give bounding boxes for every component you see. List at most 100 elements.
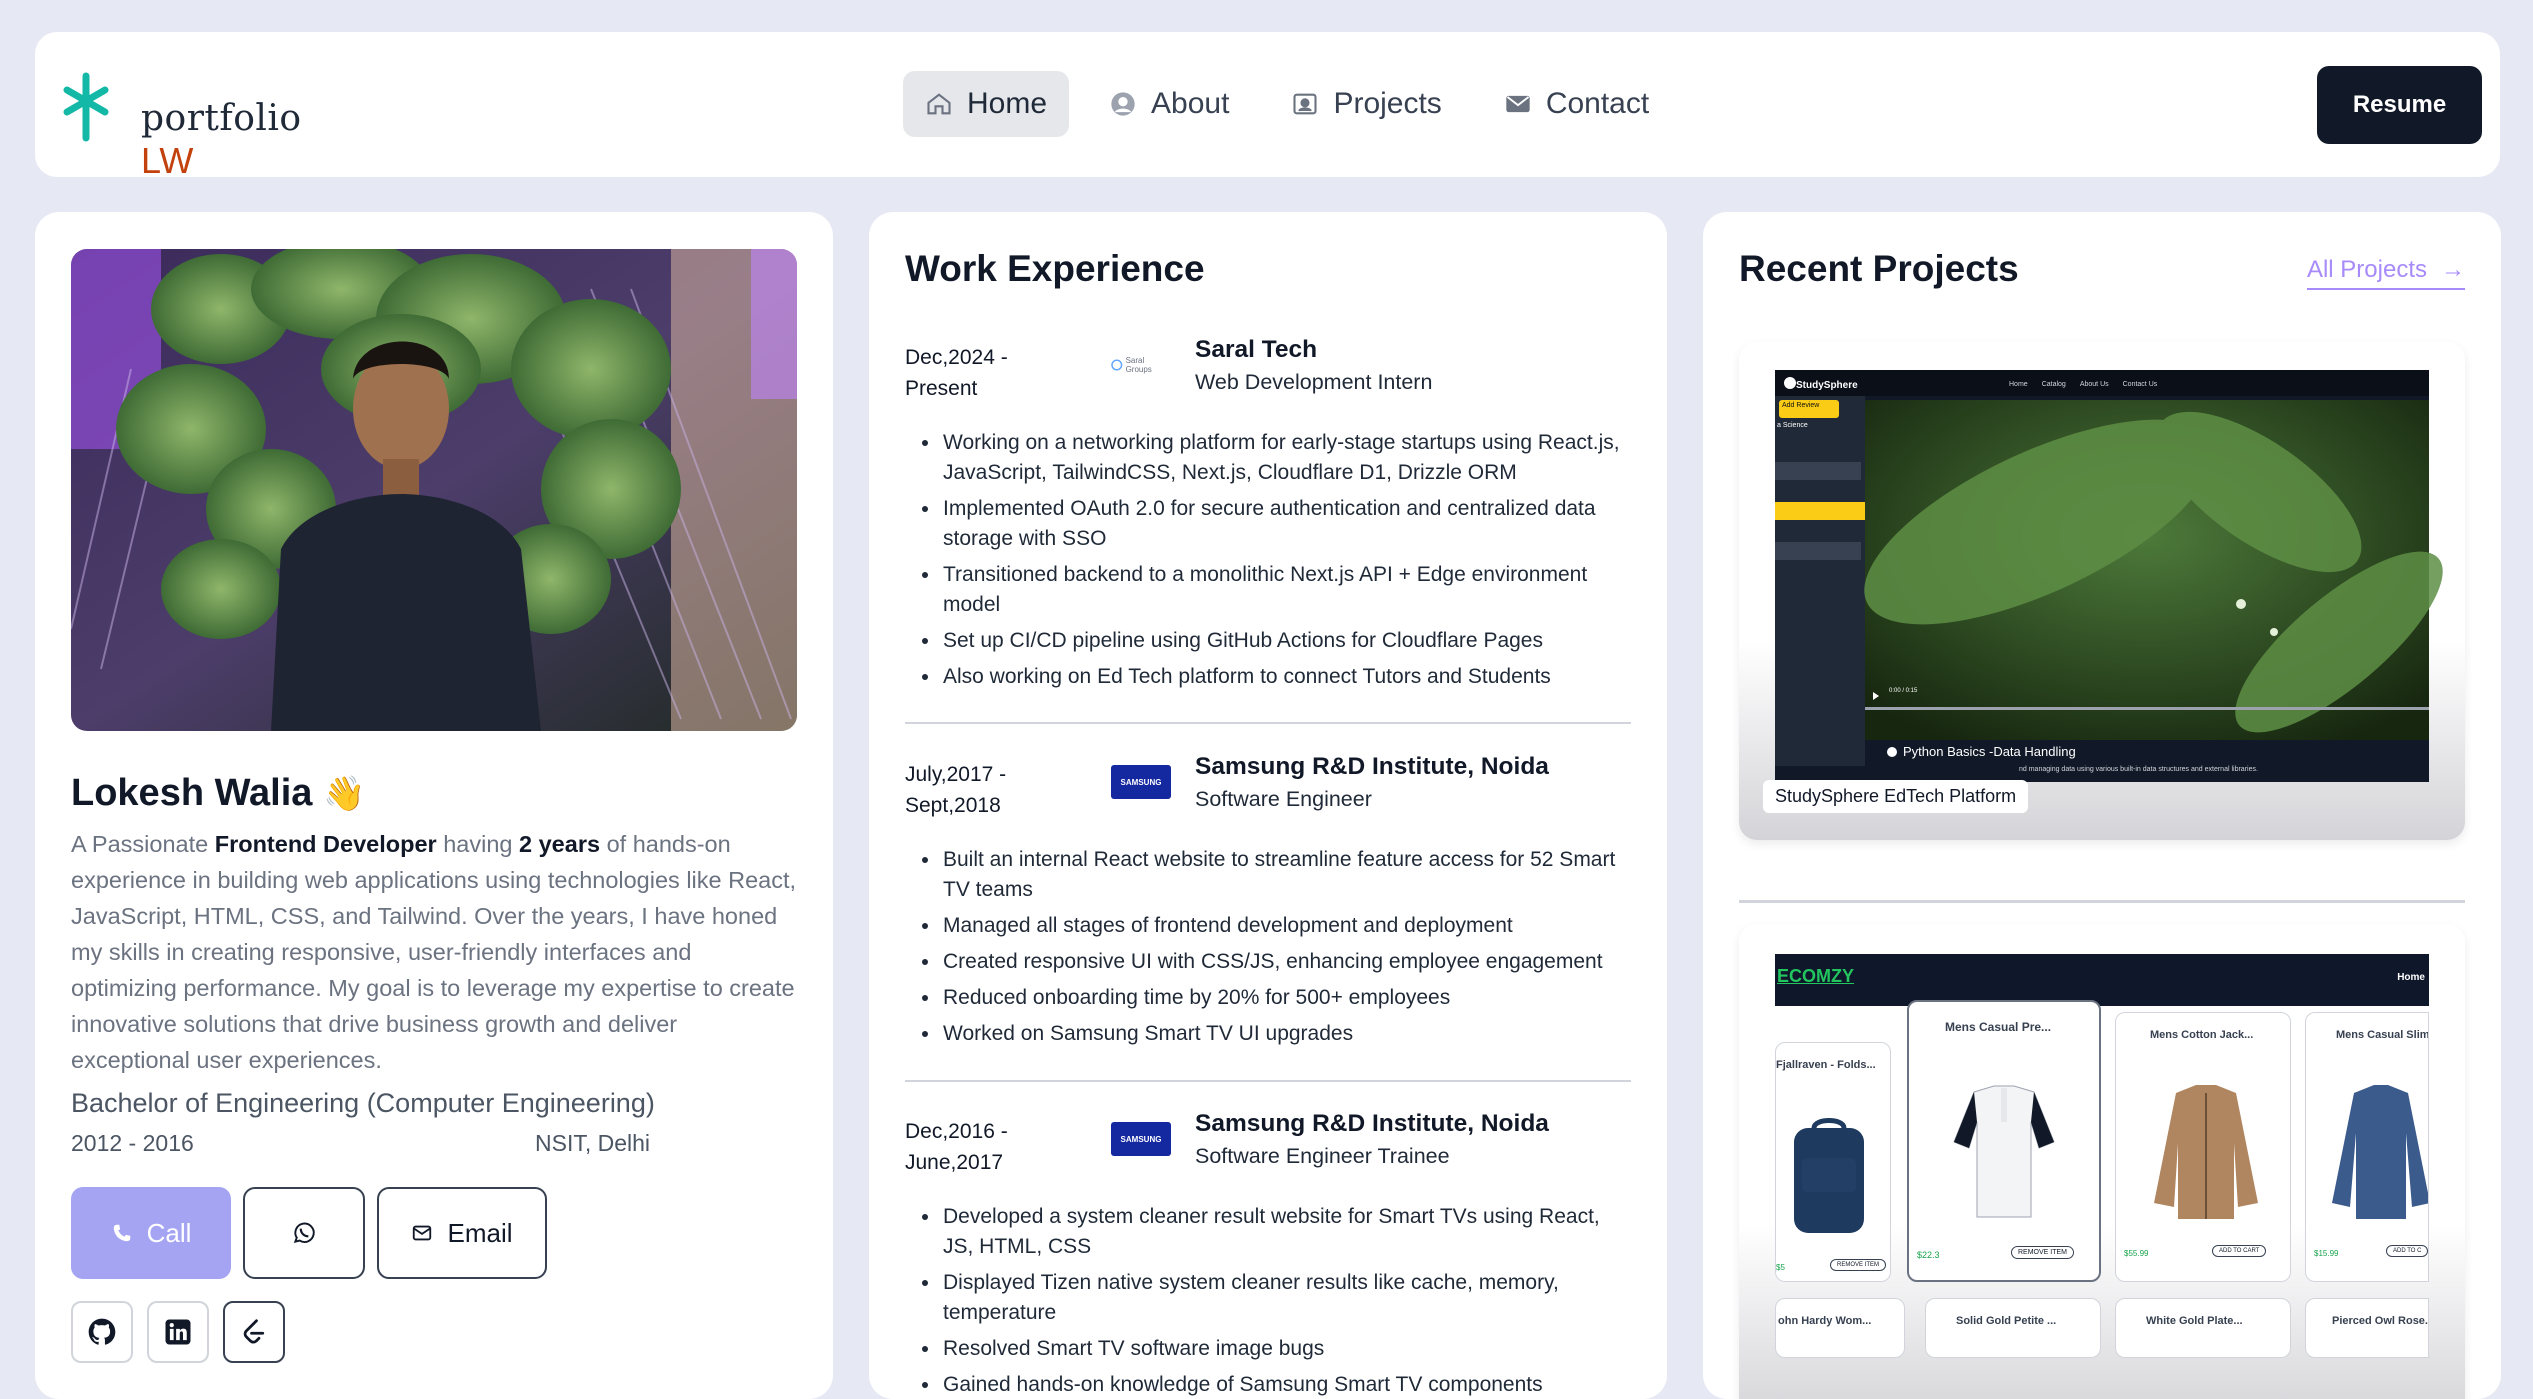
product-price: $15.99 bbox=[2314, 1249, 2339, 1258]
email-label: Email bbox=[447, 1217, 513, 1248]
nav-contact[interactable]: Contact bbox=[1482, 71, 1671, 137]
product-card: Mens Casual Pre... $22.3 REMOVE ITEM bbox=[1907, 1000, 2101, 1282]
job-bullet: Transitioned backend to a monolithic Nex… bbox=[941, 560, 1621, 620]
jacket-image bbox=[2154, 1085, 2258, 1219]
nav-about-label: About bbox=[1151, 87, 1230, 120]
work-experience-card: Work Experience Dec,2024 - Present Saral … bbox=[869, 212, 1667, 1399]
job-bullet: Gained hands-on knowledge of Samsung Sma… bbox=[941, 1370, 1621, 1399]
bio-mid: having bbox=[436, 831, 520, 857]
product-card: Pierced Owl Rose... bbox=[2305, 1298, 2429, 1358]
saral-logo-icon bbox=[1111, 359, 1123, 371]
whatsapp-icon bbox=[293, 1222, 315, 1244]
projects-divider bbox=[1739, 900, 2465, 903]
user-circle-icon bbox=[1111, 92, 1135, 116]
profile-card: Lokesh Walia 👋 A Passionate Frontend Dev… bbox=[35, 212, 833, 1399]
email-button[interactable]: Email bbox=[377, 1187, 547, 1279]
job-bullet: Implemented OAuth 2.0 for secure authent… bbox=[941, 494, 1621, 554]
job-bullet: Created responsive UI with CSS/JS, enhan… bbox=[941, 947, 1621, 977]
job-company: Saral Tech bbox=[1195, 336, 1318, 363]
job-bullet: Also working on Ed Tech platform to conn… bbox=[941, 662, 1621, 692]
product-card: Solid Gold Petite ... bbox=[1925, 1298, 2101, 1358]
github-link[interactable] bbox=[71, 1301, 133, 1363]
profile-photo bbox=[71, 249, 797, 731]
bio-post: of hands-on experience in building web a… bbox=[71, 831, 797, 1073]
nav-projects[interactable]: Projects bbox=[1269, 71, 1463, 137]
product-name: Pierced Owl Rose... bbox=[2332, 1315, 2429, 1327]
video-time: 0:00 / 0:15 bbox=[1889, 688, 1918, 694]
job-role: Web Development Intern bbox=[1195, 370, 1433, 394]
product-button: REMOVE ITEM bbox=[1830, 1259, 1887, 1271]
product-name: Mens Cotton Jack... bbox=[2150, 1029, 2254, 1041]
studysphere-menu-item: About Us bbox=[2079, 381, 2109, 388]
nav-contact-label: Contact bbox=[1545, 87, 1650, 120]
product-button: ADD TO CART bbox=[2212, 1245, 2267, 1257]
job-date: Dec,2016 - June,2017 bbox=[905, 1116, 1035, 1178]
all-projects-link[interactable]: All Projects → bbox=[2306, 256, 2465, 290]
studysphere-menu-item: Home bbox=[2009, 381, 2028, 388]
profile-bio: A Passionate Frontend Developer having 2… bbox=[71, 826, 801, 1078]
product-price: $22.3 bbox=[1917, 1250, 1940, 1260]
linkedin-icon bbox=[165, 1319, 191, 1345]
product-card: Fjallraven - Folds... $5 REMOVE ITEM bbox=[1775, 1042, 1891, 1282]
samsung-logo: SAMSUNG bbox=[1111, 1122, 1171, 1156]
leetcode-link[interactable] bbox=[223, 1301, 285, 1363]
nav-home[interactable]: Home bbox=[903, 71, 1070, 137]
product-card: White Gold Plate... bbox=[2115, 1298, 2291, 1358]
call-label: Call bbox=[146, 1217, 192, 1248]
nav-about[interactable]: About bbox=[1087, 71, 1251, 137]
whatsapp-button[interactable] bbox=[243, 1187, 365, 1279]
project-card-studysphere[interactable]: StudySphere Home Catalog About Us Contac… bbox=[1739, 342, 2465, 840]
bio-role: Frontend Developer bbox=[214, 831, 437, 857]
job-date: July,2017 - Sept,2018 bbox=[905, 759, 1035, 821]
henley-shirt-image bbox=[1953, 1085, 2055, 1218]
product-name: Solid Gold Petite ... bbox=[1956, 1315, 2057, 1327]
job-bullet: Built an internal React website to strea… bbox=[941, 845, 1621, 905]
job-bullet: Reduced onboarding time by 20% for 500+ … bbox=[941, 983, 1621, 1013]
job-bullet: Resolved Smart TV software image bugs bbox=[941, 1334, 1621, 1364]
product-button: REMOVE ITEM bbox=[2011, 1246, 2075, 1259]
projects-title: Recent Projects bbox=[1739, 248, 2019, 289]
job-bullet: Displayed Tizen native system cleaner re… bbox=[941, 1268, 1621, 1328]
call-button[interactable]: Call bbox=[71, 1187, 231, 1279]
project-caption: StudySphere EdTech Platform bbox=[1763, 780, 2029, 813]
video-title: Python Basics -Data Handling bbox=[1887, 744, 2076, 759]
bio-years: 2 years bbox=[519, 831, 601, 857]
social-links bbox=[71, 1301, 285, 1363]
job-bullets: Built an internal React website to strea… bbox=[941, 845, 1621, 1055]
github-icon bbox=[88, 1318, 116, 1345]
job-bullets: Working on a networking platform for ear… bbox=[941, 428, 1621, 698]
video-subtitle: nd managing data using various built-in … bbox=[2019, 766, 2258, 773]
job-date-end: Present bbox=[905, 377, 978, 400]
degree: Bachelor of Engineering (Computer Engine… bbox=[71, 1088, 655, 1118]
job-bullets: Developed a system cleaner result websit… bbox=[941, 1202, 1621, 1399]
studysphere-screenshot bbox=[1775, 370, 2443, 782]
linkedin-link[interactable] bbox=[147, 1301, 209, 1363]
project-card-ecomzy[interactable]: ECOMZY Home Fjallraven - Folds... $5 REM… bbox=[1739, 924, 2465, 1399]
nav-home-label: Home bbox=[967, 87, 1048, 120]
brand-logo[interactable]: portfolio LW bbox=[63, 66, 301, 181]
slim-shirt-image bbox=[2332, 1085, 2428, 1219]
resume-button[interactable]: Resume bbox=[2317, 66, 2482, 144]
product-button: ADD TO C bbox=[2386, 1245, 2428, 1257]
saral-logo: Saral Groups bbox=[1111, 348, 1171, 382]
job-date-start: Dec,2016 - bbox=[905, 1120, 1008, 1143]
job-divider bbox=[905, 1080, 1631, 1082]
leetcode-icon bbox=[243, 1319, 265, 1344]
product-name: ohn Hardy Wom... bbox=[1778, 1315, 1872, 1327]
samsung-logo: SAMSUNG bbox=[1111, 765, 1171, 799]
studysphere-brand: StudySphere bbox=[1796, 380, 1858, 391]
top-navbar: portfolio LW Home About Projects Contact… bbox=[35, 32, 2500, 181]
job-date: Dec,2024 - Present bbox=[905, 342, 1035, 404]
add-review-button: Add Review bbox=[1782, 402, 1820, 409]
nav-menu: Home About Projects Contact bbox=[903, 71, 1671, 137]
job-date-end: Sept,2018 bbox=[905, 794, 1001, 817]
studysphere-menu: Home Catalog About Us Contact Us bbox=[2009, 381, 2157, 388]
product-name: Fjallraven - Folds... bbox=[1776, 1059, 1876, 1071]
studysphere-side-label: a Science bbox=[1777, 422, 1808, 429]
backpack-image bbox=[1794, 1118, 1864, 1233]
product-name: White Gold Plate... bbox=[2146, 1315, 2243, 1327]
product-name: Mens Casual Slim... bbox=[2336, 1029, 2429, 1041]
job-bullet: Set up CI/CD pipeline using GitHub Actio… bbox=[941, 626, 1621, 656]
profile-name: Lokesh Walia 👋 bbox=[71, 772, 365, 815]
samsung-logo-text: SAMSUNG bbox=[1120, 777, 1162, 787]
